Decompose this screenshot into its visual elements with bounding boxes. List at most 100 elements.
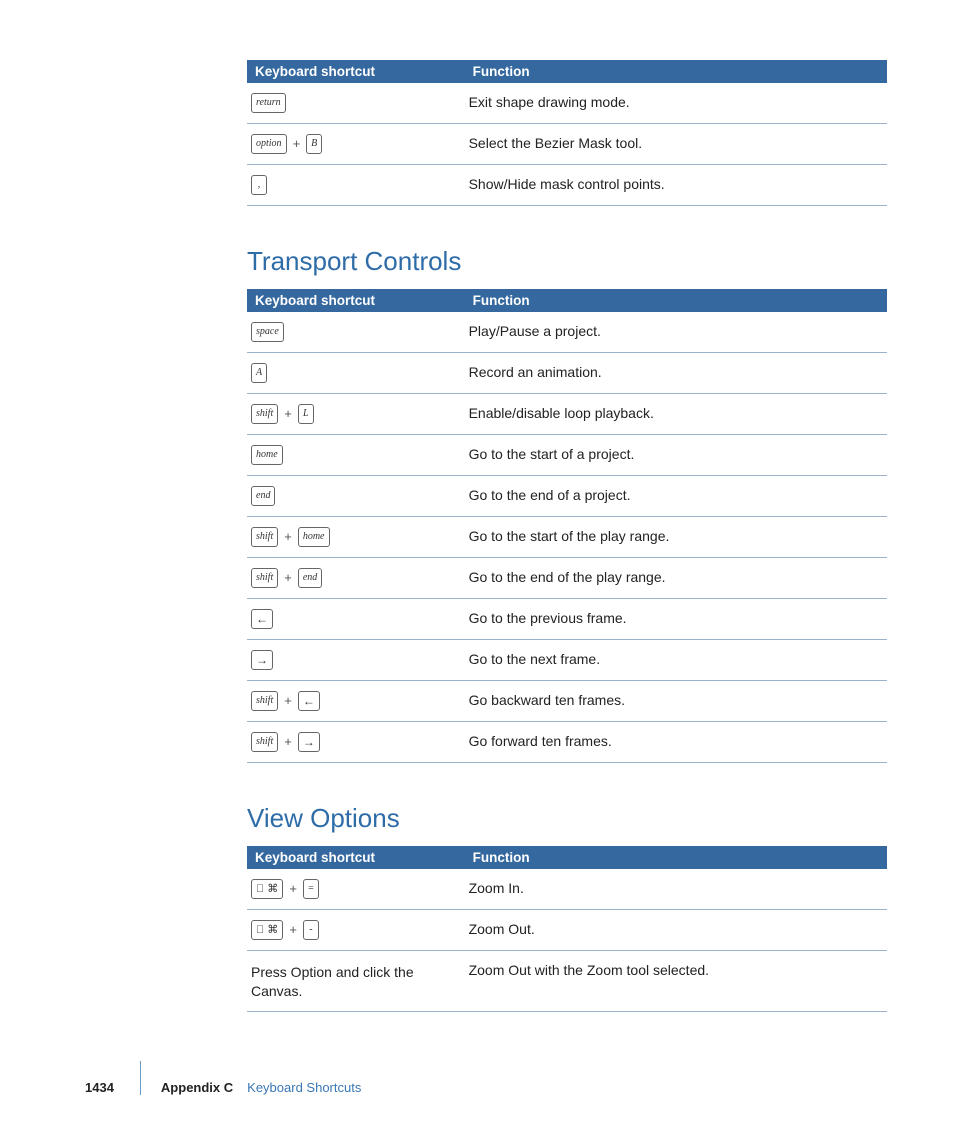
function-cell: Zoom In. (465, 869, 887, 910)
key-shift: shift (251, 404, 278, 424)
function-cell: Go to the next frame. (465, 640, 887, 681)
key-sequence: end (251, 486, 457, 506)
arrow-left-key-icon: ← (298, 691, 320, 711)
key-end: end (298, 568, 322, 588)
key-shift: shift (251, 691, 278, 711)
key-sequence: home (251, 445, 457, 465)
key-space: space (251, 322, 284, 342)
key-sequence: option+B (251, 134, 457, 154)
shortcut-cell:  ⌘+- (247, 910, 465, 951)
shortcut-table-view: Keyboard shortcut Function  ⌘+= Zoom In.… (247, 846, 887, 1012)
shortcut-cell: ← (247, 599, 465, 640)
key--: - (303, 920, 319, 940)
table3-body:  ⌘+= Zoom In.  ⌘+- Zoom Out.Press Option … (247, 869, 887, 1011)
key-b: B (306, 134, 322, 154)
key-home: home (251, 445, 283, 465)
plus-separator: + (282, 405, 294, 423)
table-row: shift+←Go backward ten frames. (247, 681, 887, 722)
plus-separator: + (291, 135, 303, 153)
table-row: ← Go to the previous frame. (247, 599, 887, 640)
table-header-shortcut: Keyboard shortcut (247, 289, 465, 312)
key-sequence: , (251, 175, 457, 195)
key-sequence: return (251, 93, 457, 113)
table-header-function: Function (465, 846, 887, 869)
shortcut-text: Press Option and click the Canvas. (251, 961, 457, 1001)
function-cell: Zoom Out. (465, 910, 887, 951)
key-shift: shift (251, 732, 278, 752)
table-row:  ⌘+= Zoom In. (247, 869, 887, 910)
plus-separator: + (282, 733, 294, 751)
table-row: shift+endGo to the end of the play range… (247, 558, 887, 599)
table-row: option+B Select the Bezier Mask tool. (247, 124, 887, 165)
function-cell: Go to the start of a project. (465, 435, 887, 476)
key-sequence: shift+end (251, 568, 457, 588)
shortcut-cell: end (247, 476, 465, 517)
plus-separator: + (282, 528, 294, 546)
arrow-right-key-icon: → (298, 732, 320, 752)
table-row: shift+L Enable/disable loop playback. (247, 394, 887, 435)
table-row: shift+→Go forward ten frames. (247, 722, 887, 763)
shortcut-cell: return (247, 83, 465, 124)
table-row: → Go to the next frame. (247, 640, 887, 681)
shortcut-cell: space (247, 312, 465, 353)
appendix-label: Appendix C (161, 1080, 233, 1095)
table1-body: return Exit shape drawing mode. option+B Se… (247, 83, 887, 206)
function-cell: Play/Pause a project. (465, 312, 887, 353)
function-cell: Enable/disable loop playback. (465, 394, 887, 435)
plus-separator: + (282, 569, 294, 587)
key-sequence: shift+L (251, 404, 457, 424)
key-option: option (251, 134, 287, 154)
shortcut-table-transport: Keyboard shortcut Function space Play/Pau… (247, 289, 887, 763)
function-cell: Go to the start of the play range. (465, 517, 887, 558)
shortcut-cell: shift+home (247, 517, 465, 558)
shortcut-cell: shift+end (247, 558, 465, 599)
table-row: home Go to the start of a project. (247, 435, 887, 476)
table-header-shortcut: Keyboard shortcut (247, 846, 465, 869)
function-cell: Record an animation. (465, 353, 887, 394)
function-cell: Exit shape drawing mode. (465, 83, 887, 124)
key-,: , (251, 175, 267, 195)
shortcut-cell: Press Option and click the Canvas. (247, 951, 465, 1012)
key-sequence: shift+← (251, 691, 457, 711)
key-sequence: → (251, 650, 457, 670)
arrow-right-key-icon: → (251, 650, 273, 670)
key-sequence: A (251, 363, 457, 383)
shortcut-cell: shift+→ (247, 722, 465, 763)
shortcut-cell: , (247, 165, 465, 206)
key-home: home (298, 527, 330, 547)
key-shift: shift (251, 568, 278, 588)
table-header-function: Function (465, 60, 887, 83)
shortcut-cell: shift+L (247, 394, 465, 435)
shortcut-table-1: Keyboard shortcut Function returnExit sh… (247, 60, 887, 206)
content: Keyboard shortcut Function return Exit sh… (247, 60, 887, 1012)
key-sequence:  ⌘+= (251, 879, 457, 899)
plus-separator: + (287, 921, 299, 939)
footer-rule (140, 1061, 141, 1095)
function-cell: Select the Bezier Mask tool. (465, 124, 887, 165)
heading-transport-controls: Transport Controls (247, 246, 887, 277)
table-row: ,Show/Hide mask control points. (247, 165, 887, 206)
key-return: return (251, 93, 286, 113)
key-end: end (251, 486, 275, 506)
footer: 1434 Appendix C Keyboard Shortcuts (85, 1061, 885, 1095)
key-sequence: ← (251, 609, 457, 629)
shortcut-cell: shift+← (247, 681, 465, 722)
function-cell: Go to the previous frame. (465, 599, 887, 640)
table2-body: space Play/Pause a project. A Record an ani… (247, 312, 887, 763)
shortcut-cell: option+B (247, 124, 465, 165)
table-row: end Go to the end of a project. (247, 476, 887, 517)
key-sequence:  ⌘+- (251, 920, 457, 940)
table-row: A Record an animation. (247, 353, 887, 394)
command-key-icon:  ⌘ (251, 920, 283, 940)
heading-view-options: View Options (247, 803, 887, 834)
function-cell: Zoom Out with the Zoom tool selected. (465, 951, 887, 1012)
shortcut-cell: A (247, 353, 465, 394)
function-cell: Go to the end of a project. (465, 476, 887, 517)
key-sequence: space (251, 322, 457, 342)
shortcut-cell: home (247, 435, 465, 476)
plus-separator: + (282, 692, 294, 710)
page: Keyboard shortcut Function return Exit sh… (0, 0, 954, 1012)
table-header-function: Function (465, 289, 887, 312)
appendix-title: Keyboard Shortcuts (247, 1080, 361, 1095)
arrow-left-key-icon: ← (251, 609, 273, 629)
